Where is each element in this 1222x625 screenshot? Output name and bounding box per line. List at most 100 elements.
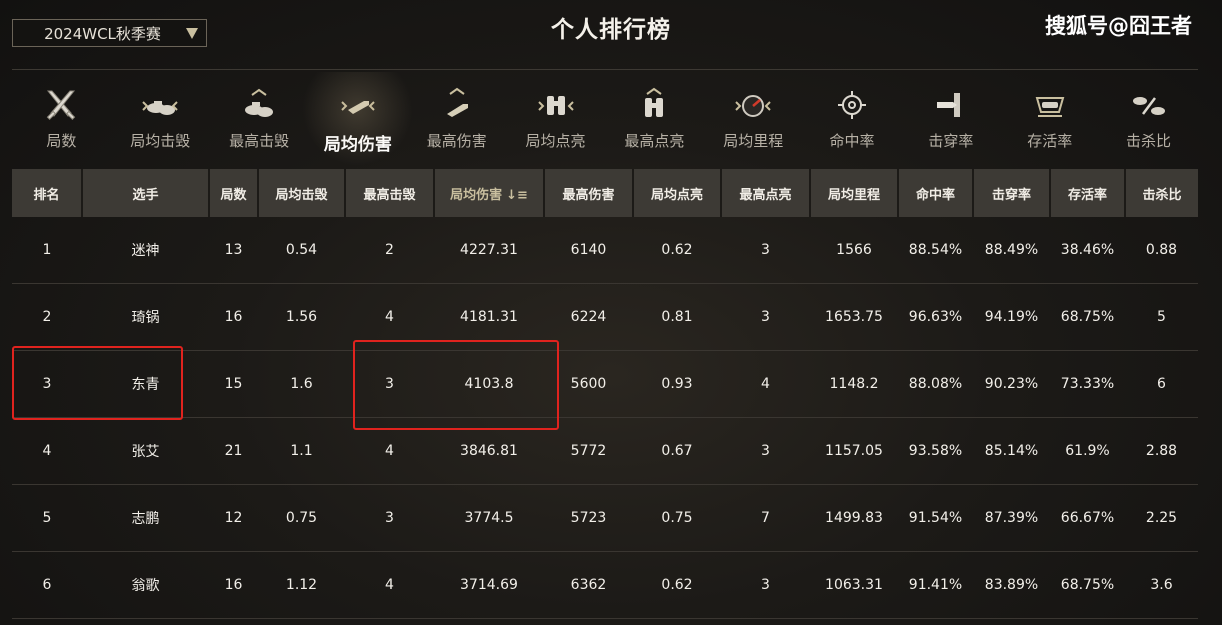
- penetration-shell-icon: [936, 93, 960, 117]
- sort-descending-icon: ↓≡: [506, 187, 528, 203]
- table-header-row: 排名 选手 局数 局均击毁 最高击毁 局均伤害 ↓≡ 最高伤害 局均点亮 最高点亮…: [12, 169, 1198, 217]
- player-name-cell: 迷神: [82, 217, 209, 284]
- player-name-cell: 志鹏: [82, 484, 209, 552]
- stat-cell: 1.6: [258, 350, 345, 418]
- column-header-sorted[interactable]: 局均伤害 ↓≡: [434, 169, 545, 217]
- crossed-swords-icon: [47, 90, 76, 120]
- rank-cell: 6: [12, 551, 82, 619]
- table-row[interactable]: 1 迷神 13 0.54 2 4227.31 6140 0.62 3 1566 88.54% 88.4…: [12, 217, 1198, 284]
- stat-cell: 3: [345, 484, 434, 552]
- table-row[interactable]: 4 张艾 21 1.1 4 3846.81 5772 0.67 3 1157.05 93.58% 85…: [12, 417, 1198, 485]
- column-header[interactable]: 局均击毁: [258, 169, 346, 217]
- column-header[interactable]: 存活率: [1050, 169, 1126, 217]
- speedometer-icon: [735, 95, 771, 117]
- stat-cell: 4: [721, 350, 810, 418]
- stat-cell: 3714.69: [434, 551, 544, 619]
- stat-cell: 93.58%: [898, 417, 973, 485]
- destroyed-tanks-icon: [142, 101, 178, 115]
- column-header[interactable]: 局均里程: [810, 169, 899, 217]
- stat-cell: 2.25: [1125, 484, 1198, 552]
- stat-cell: 0.54: [258, 217, 345, 284]
- watermark: 搜狐号@囧王者: [1045, 14, 1192, 38]
- stat-cell: 68.75%: [1050, 283, 1125, 351]
- tab-hit-rate[interactable]: 命中率: [803, 80, 902, 160]
- tab-label: 击杀比: [1126, 132, 1172, 150]
- tab-max-damage[interactable]: 最高伤害: [407, 80, 506, 160]
- stat-cell: 1.1: [258, 417, 345, 485]
- player-name-cell: 琦锅: [82, 283, 209, 351]
- stat-cell: 1499.83: [810, 484, 898, 552]
- stat-cell: 3: [721, 417, 810, 485]
- stat-cell: 2: [345, 217, 434, 284]
- stat-cell: 12: [209, 484, 258, 552]
- stat-cell: 3: [721, 217, 810, 284]
- column-header[interactable]: 最高击毁: [345, 169, 435, 217]
- tab-max-spotted[interactable]: 最高点亮: [605, 80, 704, 160]
- stat-cell: 2.88: [1125, 417, 1198, 485]
- stat-cell: 38.46%: [1050, 217, 1125, 284]
- column-header[interactable]: 排名: [12, 169, 83, 217]
- tab-label: 最高点亮: [624, 132, 685, 150]
- tab-kill-ratio[interactable]: 击杀比: [1099, 80, 1198, 160]
- stat-cell: 5: [1125, 283, 1198, 351]
- stat-cell: 0.67: [633, 417, 721, 485]
- stat-cell: 6: [1125, 350, 1198, 418]
- tab-survival-rate[interactable]: 存活率: [1000, 80, 1099, 160]
- column-header[interactable]: 最高伤害: [544, 169, 634, 217]
- stat-cell: 90.23%: [973, 350, 1050, 418]
- rank-cell: 4: [12, 417, 82, 485]
- table-row[interactable]: 2 琦锅 16 1.56 4 4181.31 6224 0.81 3 1653.75 96.63% 9…: [12, 283, 1198, 351]
- player-name-cell: 翁歌: [82, 551, 209, 619]
- column-header[interactable]: 命中率: [898, 169, 974, 217]
- stat-cell: 61.9%: [1050, 417, 1125, 485]
- stat-cell: 1063.31: [810, 551, 898, 619]
- kill-ratio-icon: [1132, 97, 1165, 115]
- stat-cell: 1148.2: [810, 350, 898, 418]
- stat-cell: 73.33%: [1050, 350, 1125, 418]
- column-header[interactable]: 局数: [209, 169, 259, 217]
- max-destroyed-icon: [245, 88, 274, 117]
- stat-cell: 87.39%: [973, 484, 1050, 552]
- table-row[interactable]: 6 翁歌 16 1.12 4 3714.69 6362 0.62 3 1063.31 91.41% 8…: [12, 551, 1198, 619]
- column-header[interactable]: 选手: [82, 169, 210, 217]
- stat-cell: 4: [345, 551, 434, 619]
- tab-avg-mileage[interactable]: 局均里程: [704, 80, 803, 160]
- stat-cell: 0.93: [633, 350, 721, 418]
- tab-games[interactable]: 局数: [12, 80, 111, 160]
- tab-penetration-rate[interactable]: 击穿率: [901, 80, 1000, 160]
- table-row[interactable]: 5 志鹏 12 0.75 3 3774.5 5723 0.75 7 1499.83 91.54% 87…: [12, 484, 1198, 552]
- tab-avg-damage[interactable]: 局均伤害: [302, 72, 414, 166]
- stat-cell: 0.81: [633, 283, 721, 351]
- stat-cell: 3: [721, 283, 810, 351]
- highlight-box-damage: [353, 340, 559, 430]
- crosshair-icon: [838, 91, 867, 119]
- stat-cell: 7: [721, 484, 810, 552]
- stat-cell: 88.49%: [973, 217, 1050, 284]
- tab-avg-spotted[interactable]: 局均点亮: [506, 80, 605, 160]
- stat-cell: 1653.75: [810, 283, 898, 351]
- column-header[interactable]: 最高点亮: [721, 169, 811, 217]
- tab-max-destroyed[interactable]: 最高击毁: [210, 80, 309, 160]
- column-header-label: 局均伤害: [450, 187, 503, 203]
- category-tabs: 局数 局均击毁 最高击毁 局均伤害 最高伤害 局均点亮 最高点亮 局均里程 命中…: [12, 72, 1198, 166]
- stat-cell: 16: [209, 283, 258, 351]
- tab-avg-destroyed[interactable]: 局均击毁: [111, 80, 210, 160]
- highlight-box-player: [12, 346, 183, 420]
- divider: [12, 69, 1198, 70]
- rank-cell: 5: [12, 484, 82, 552]
- tab-label: 命中率: [829, 132, 875, 150]
- stat-cell: 0.75: [258, 484, 345, 552]
- table-row[interactable]: 3 东青 15 1.6 3 4103.8 5600 0.93 4 1148.2 88.08% 90.2…: [12, 350, 1198, 418]
- stat-cell: 85.14%: [973, 417, 1050, 485]
- survival-tank-icon: [1035, 97, 1065, 117]
- column-header[interactable]: 局均点亮: [633, 169, 722, 217]
- stat-cell: 21: [209, 417, 258, 485]
- stat-cell: 66.67%: [1050, 484, 1125, 552]
- stat-cell: 16: [209, 551, 258, 619]
- column-header[interactable]: 击穿率: [973, 169, 1051, 217]
- stat-cell: 6362: [544, 551, 633, 619]
- column-header[interactable]: 击杀比: [1125, 169, 1198, 217]
- stat-cell: 91.54%: [898, 484, 973, 552]
- stat-cell: 1.12: [258, 551, 345, 619]
- tab-label: 最高击毁: [229, 132, 290, 150]
